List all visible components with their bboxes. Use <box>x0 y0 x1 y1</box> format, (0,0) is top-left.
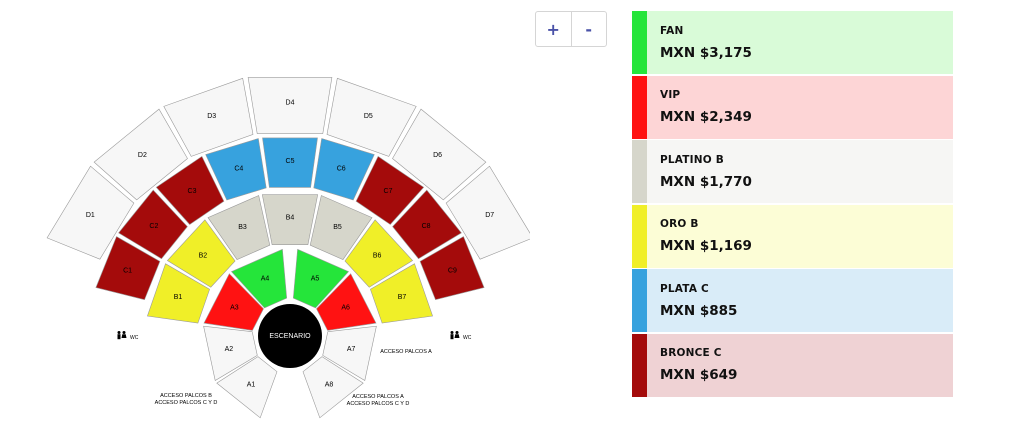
tier-color-swatch <box>632 333 647 397</box>
tier-name: BRONCE C <box>660 347 722 359</box>
tier-color-swatch <box>632 140 647 203</box>
price-tier-body: PLATA C MXN $885 <box>647 269 953 332</box>
tier-color-swatch <box>632 269 647 332</box>
zoom-controls: + - <box>535 11 607 47</box>
price-tier-body: BRONCE C MXN $649 <box>647 334 953 397</box>
tier-name: ORO B <box>660 218 699 230</box>
wc-label-right: WC <box>463 335 472 341</box>
price-tier-bronce-c[interactable]: BRONCE C MXN $649 <box>632 333 953 397</box>
wc-label-left: WC <box>130 335 139 341</box>
access-note-bottom-right-1: ACCESO PALCOS A <box>352 394 404 400</box>
tier-price: MXN $1,169 <box>660 238 752 254</box>
tier-price: MXN $3,175 <box>660 44 752 61</box>
seat-map: D1D2D3D4D5D6D7 C1C2C3C4C5C6C7C8C9 B1B2B3… <box>46 77 530 419</box>
price-tier-oro-b[interactable]: ORO B MXN $1,169 <box>632 204 953 268</box>
tier-price: MXN $649 <box>660 367 738 383</box>
tier-color-swatch <box>632 11 647 74</box>
section-b4[interactable] <box>261 194 319 245</box>
access-note-bottom-left-1: ACCESO PALCOS B <box>160 393 212 399</box>
price-tier-plata-c[interactable]: PLATA C MXN $885 <box>632 269 953 332</box>
section-d4[interactable] <box>247 77 333 134</box>
tier-name: VIP <box>660 89 681 101</box>
section-c5[interactable] <box>262 137 318 188</box>
price-legend: FAN MXN $3,175 VIP MXN $2,349 PLATINO B MXN $… <box>632 11 953 398</box>
tier-name: PLATINO B <box>660 153 724 166</box>
access-note-bottom-left-2: ACCESO PALCOS C Y D <box>155 400 218 406</box>
tier-color-swatch <box>632 204 647 268</box>
tier-name: FAN <box>660 24 684 37</box>
stage: ESCENARIO <box>258 304 322 368</box>
price-tier-body: VIP MXN $2,349 <box>647 76 953 139</box>
tier-name: PLATA C <box>660 282 709 295</box>
wc-right: WC <box>450 331 472 341</box>
zoom-in-button[interactable]: + <box>536 12 571 46</box>
tier-price: MXN $885 <box>660 302 738 319</box>
price-tier-body: FAN MXN $3,175 <box>647 11 953 74</box>
price-tier-vip[interactable]: VIP MXN $2,349 <box>632 75 953 139</box>
price-tier-body: PLATINO B MXN $1,770 <box>647 140 953 203</box>
wc-left: WC <box>117 331 139 341</box>
restroom-icon <box>117 331 127 340</box>
tier-price: MXN $1,770 <box>660 173 752 190</box>
access-note-bottom-right-2: ACCESO PALCOS C Y D <box>347 401 410 407</box>
restroom-icon <box>450 331 460 340</box>
price-tier-fan[interactable]: FAN MXN $3,175 <box>632 11 953 74</box>
tier-price: MXN $2,349 <box>660 109 752 125</box>
price-tier-platino-b[interactable]: PLATINO B MXN $1,770 <box>632 140 953 203</box>
zoom-out-button[interactable]: - <box>570 12 607 46</box>
access-note-a: ACCESO PALCOS A <box>380 349 432 355</box>
price-tier-body: ORO B MXN $1,169 <box>647 205 953 268</box>
tier-color-swatch <box>632 75 647 139</box>
seat-map-panel: D1 D2 D3 D4 D5 D6 D7 C1 C2 C3 C4 C5 C6 C7 C8 C9 B1 B2 B3… <box>0 0 530 431</box>
stage-label: ESCENARIO <box>269 333 311 340</box>
